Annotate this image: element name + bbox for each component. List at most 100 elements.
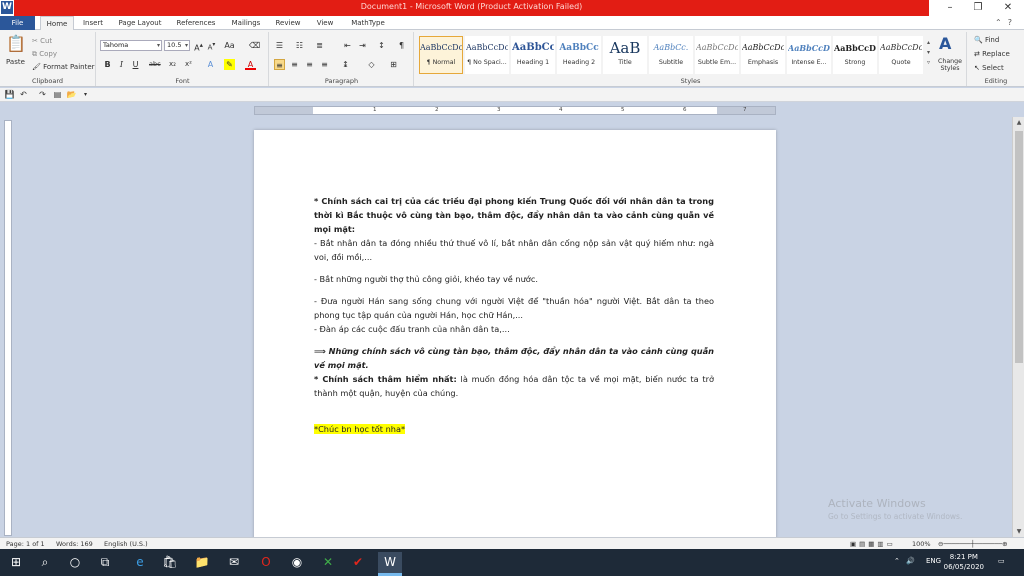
tab-mathtype[interactable]: MathType: [344, 16, 392, 30]
borders-icon[interactable]: ⊞: [388, 59, 399, 70]
bullets-icon[interactable]: ☰: [274, 40, 285, 51]
restore-button[interactable]: ❐: [964, 1, 992, 15]
word-app-icon[interactable]: W: [1, 1, 13, 14]
strikethrough-icon[interactable]: abc: [149, 59, 161, 70]
horizontal-ruler[interactable]: 1 2 3 4 5 6 7: [254, 106, 776, 115]
tab-review[interactable]: Review: [270, 16, 306, 30]
edge-icon[interactable]: e: [128, 552, 152, 573]
find-button[interactable]: 🔍 Find: [974, 36, 999, 44]
align-left-icon[interactable]: ≡: [274, 59, 285, 70]
store-icon[interactable]: 🛍: [158, 552, 182, 573]
style-quote[interactable]: AaBbCcDc Quote: [879, 36, 923, 74]
search-icon[interactable]: ⌕: [33, 552, 57, 573]
open-icon[interactable]: 📂: [66, 89, 77, 100]
cortana-icon[interactable]: ○: [63, 552, 87, 573]
font-color-icon[interactable]: A: [245, 59, 256, 70]
decrease-indent-icon[interactable]: ⇤: [342, 40, 353, 51]
style-subtle-emphasis[interactable]: AaBbCcDc Subtle Em...: [695, 36, 739, 74]
view-buttons[interactable]: ▣▤▦▥▭: [850, 540, 896, 548]
copy-button[interactable]: ⧉ Copy: [32, 50, 57, 59]
file-explorer-icon[interactable]: 📁: [190, 552, 214, 573]
styles-scroll-icon[interactable]: ▴ ▾ ▿: [927, 38, 930, 68]
change-case-icon[interactable]: Aa: [224, 40, 235, 51]
tab-page-layout[interactable]: Page Layout: [113, 16, 167, 30]
mail-icon[interactable]: ✉: [222, 552, 246, 573]
task-view-icon[interactable]: ⧉: [93, 552, 117, 573]
ribbon-help-icons[interactable]: ⌃?: [995, 18, 1018, 27]
select-button[interactable]: ↖ Select: [974, 64, 1004, 72]
italic-icon[interactable]: I: [116, 59, 127, 70]
input-language[interactable]: ENG: [926, 557, 941, 565]
style-heading-2[interactable]: AaBbCc Heading 2: [557, 36, 601, 74]
sort-icon[interactable]: ↕: [376, 40, 387, 51]
line-spacing-icon[interactable]: ↨: [340, 59, 351, 70]
tab-references[interactable]: References: [170, 16, 222, 30]
style-normal[interactable]: AaBbCcDc ¶ Normal: [419, 36, 463, 74]
undo-icon[interactable]: ↶: [18, 89, 29, 100]
clear-format-icon[interactable]: ⌫: [249, 40, 260, 51]
superscript-icon[interactable]: x²: [183, 59, 194, 70]
excel-icon[interactable]: ✕: [316, 552, 340, 573]
chrome-icon[interactable]: ◉: [285, 552, 309, 573]
align-center-icon[interactable]: ≡: [289, 59, 300, 70]
align-right-icon[interactable]: ≡: [304, 59, 315, 70]
multilevel-list-icon[interactable]: ≣: [314, 40, 325, 51]
grow-font-icon[interactable]: A▴: [193, 40, 204, 53]
increase-indent-icon[interactable]: ⇥: [357, 40, 368, 51]
app-checkmark-icon[interactable]: ✔: [346, 552, 370, 573]
cut-button[interactable]: ✂ Cut: [32, 37, 52, 45]
language-status[interactable]: English (U.S.): [104, 540, 148, 548]
word-count[interactable]: Words: 169: [56, 540, 93, 548]
style-subtitle[interactable]: AaBbCc. Subtitle: [649, 36, 693, 74]
tab-file[interactable]: File: [0, 16, 35, 30]
opera-icon[interactable]: O: [254, 552, 278, 573]
redo-icon[interactable]: ↷: [37, 89, 48, 100]
save-icon[interactable]: 💾: [4, 89, 15, 100]
style-strong[interactable]: AaBbCcDcStrong: [833, 36, 877, 74]
print-preview-icon[interactable]: ▤: [52, 89, 63, 100]
notification-icon[interactable]: ▭: [998, 557, 1005, 565]
style-title[interactable]: AaB Title: [603, 36, 647, 74]
numbering-icon[interactable]: ☷: [294, 40, 305, 51]
justify-icon[interactable]: ≡: [319, 59, 330, 70]
zoom-level[interactable]: 100%: [912, 540, 931, 548]
tab-home[interactable]: Home: [40, 16, 74, 31]
shading-icon[interactable]: ◇: [366, 59, 377, 70]
tab-mailings[interactable]: Mailings: [225, 16, 267, 30]
scroll-down-icon[interactable]: ▼: [1013, 528, 1024, 535]
shrink-font-icon[interactable]: A▾: [206, 40, 217, 51]
tab-view[interactable]: View: [309, 16, 341, 30]
vertical-scrollbar[interactable]: ▲ ▼: [1012, 117, 1024, 537]
document-body[interactable]: * Chính sách cai trị của các triều đại p…: [314, 194, 714, 436]
tray-chevron-icon[interactable]: ⌃: [894, 557, 900, 565]
change-styles-button[interactable]: Change Styles: [935, 58, 965, 72]
paste-button[interactable]: Paste: [6, 58, 25, 66]
word-taskbar-icon[interactable]: W: [378, 552, 402, 573]
start-icon[interactable]: ⊞: [4, 552, 28, 573]
font-size-combo[interactable]: 10.5: [164, 40, 190, 51]
vertical-ruler[interactable]: [4, 120, 12, 536]
document-page[interactable]: * Chính sách cai trị của các triều đại p…: [254, 130, 776, 540]
style-heading-1[interactable]: AaBbCc Heading 1: [511, 36, 555, 74]
highlight-icon[interactable]: ✎: [224, 59, 235, 70]
change-styles-icon[interactable]: A: [939, 34, 951, 53]
subscript-icon[interactable]: x₂: [167, 59, 178, 70]
customize-qat-icon[interactable]: ▾: [80, 89, 91, 100]
bold-icon[interactable]: B: [102, 59, 113, 70]
scroll-thumb[interactable]: [1015, 131, 1023, 363]
minimize-button[interactable]: –: [936, 1, 964, 15]
page-count[interactable]: Page: 1 of 1: [6, 540, 45, 548]
font-name-combo[interactable]: Tahoma: [100, 40, 162, 51]
taskbar-clock[interactable]: 8:21 PM 06/05/2020: [944, 552, 984, 572]
replace-button[interactable]: ⇄ Replace: [974, 50, 1010, 58]
volume-icon[interactable]: 🔊: [906, 557, 915, 565]
scroll-up-icon[interactable]: ▲: [1013, 119, 1024, 126]
style-intense-emphasis[interactable]: AaBbCcDcIntense E...: [787, 36, 831, 74]
zoom-slider[interactable]: ⊖───────┼───────⊕: [938, 540, 1008, 548]
underline-icon[interactable]: U: [130, 59, 141, 70]
style-emphasis[interactable]: AaBbCcDc Emphasis: [741, 36, 785, 74]
paste-icon[interactable]: 📋: [6, 34, 26, 53]
close-button[interactable]: ✕: [994, 1, 1022, 15]
text-effects-icon[interactable]: A: [205, 59, 216, 70]
style-no-spacing[interactable]: AaBbCcDc ¶ No Spaci...: [465, 36, 509, 74]
